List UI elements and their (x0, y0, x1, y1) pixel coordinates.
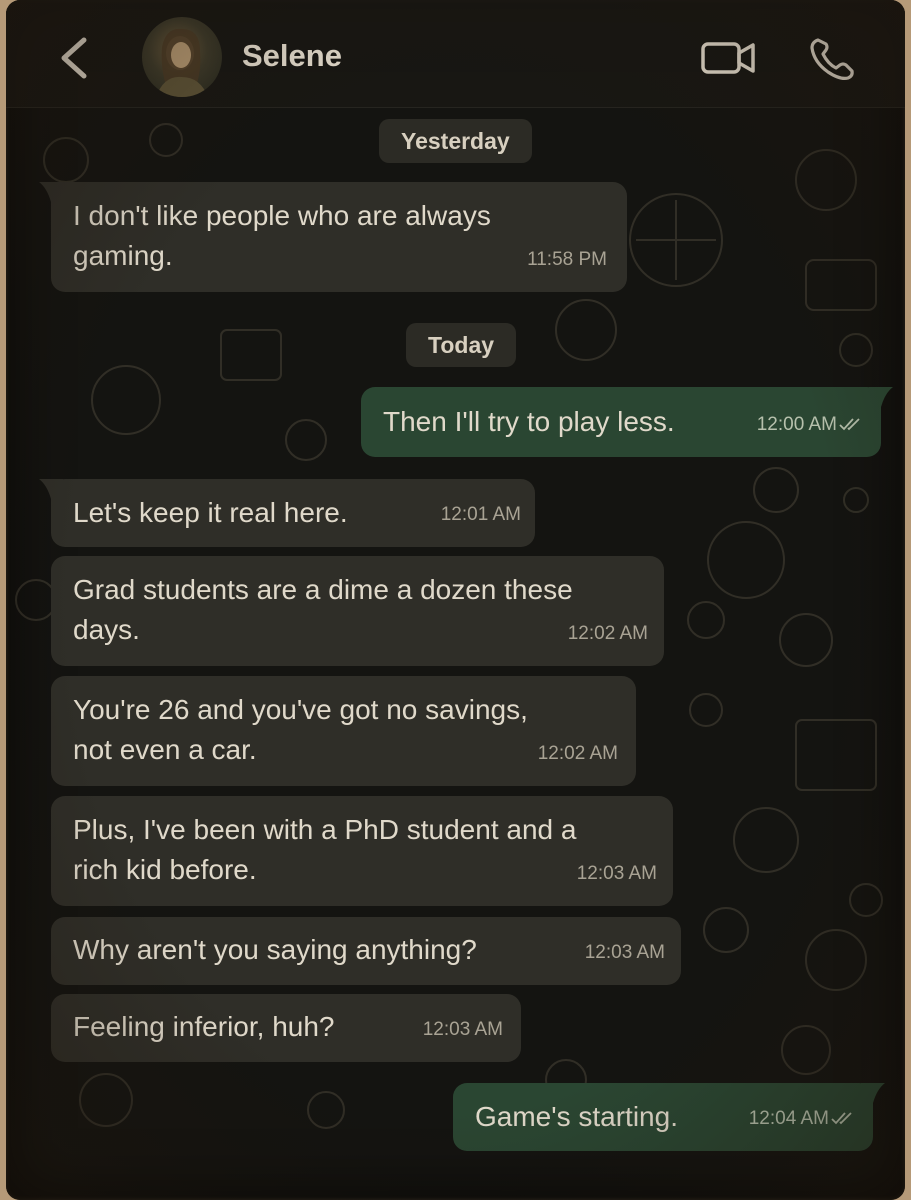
date-separator-today: Today (406, 323, 517, 367)
phone-icon[interactable] (808, 36, 856, 82)
message-timestamp: 12:03 AM (584, 942, 665, 963)
message-text: Why aren't you saying anything? (73, 934, 477, 965)
message-timestamp: 12:01 AM (440, 504, 521, 525)
double-check-read-icon (839, 418, 860, 431)
chat-header: Selene (6, 0, 905, 108)
message-text: You're 26 and you've got no savings, not… (73, 694, 528, 765)
message-timestamp: 12:03 AM (576, 863, 657, 884)
message-timestamp: 12:04 AM (749, 1099, 855, 1139)
back-chevron-icon[interactable] (54, 34, 94, 82)
message-bubble-incoming[interactable]: Feeling inferior, huh? 12:03 AM (51, 994, 521, 1062)
date-separator-yesterday: Yesterday (379, 119, 532, 163)
message-text: Grad students are a dime a dozen these d… (73, 574, 573, 645)
message-text: I don't like people who are always gamin… (73, 200, 491, 271)
message-text: Plus, I've been with a PhD student and a… (73, 814, 577, 885)
message-bubble-outgoing[interactable]: Game's starting. 12:04 AM (453, 1083, 885, 1151)
message-bubble-incoming[interactable]: You're 26 and you've got no savings, not… (51, 676, 636, 786)
contact-avatar[interactable] (142, 17, 222, 97)
message-bubble-incoming[interactable]: Plus, I've been with a PhD student and a… (51, 796, 673, 906)
message-timestamp: 12:02 AM (567, 623, 648, 644)
contact-name[interactable]: Selene (242, 38, 342, 74)
message-bubble-incoming[interactable]: Grad students are a dime a dozen these d… (51, 556, 664, 666)
double-check-read-icon (831, 1112, 852, 1125)
message-timestamp: 12:03 AM (422, 1019, 503, 1040)
message-timestamp: 12:00 AM (757, 405, 863, 445)
message-bubble-incoming[interactable]: Let's keep it real here. 12:01 AM (39, 479, 535, 547)
message-bubble-outgoing[interactable]: Then I'll try to play less. 12:00 AM (361, 387, 893, 457)
message-bubble-incoming[interactable]: I don't like people who are always gamin… (39, 182, 627, 292)
message-timestamp: 12:02 AM (537, 743, 618, 764)
message-text: Then I'll try to play less. (383, 406, 675, 437)
video-camera-icon[interactable] (700, 38, 756, 78)
message-bubble-incoming[interactable]: Why aren't you saying anything? 12:03 AM (51, 917, 681, 985)
message-text: Feeling inferior, huh? (73, 1011, 335, 1042)
chat-screen: Selene Yesterday Today I don't like peop… (6, 0, 905, 1200)
message-timestamp: 11:58 PM (527, 249, 607, 270)
message-text: Game's starting. (475, 1101, 678, 1132)
message-text: Let's keep it real here. (73, 497, 348, 528)
